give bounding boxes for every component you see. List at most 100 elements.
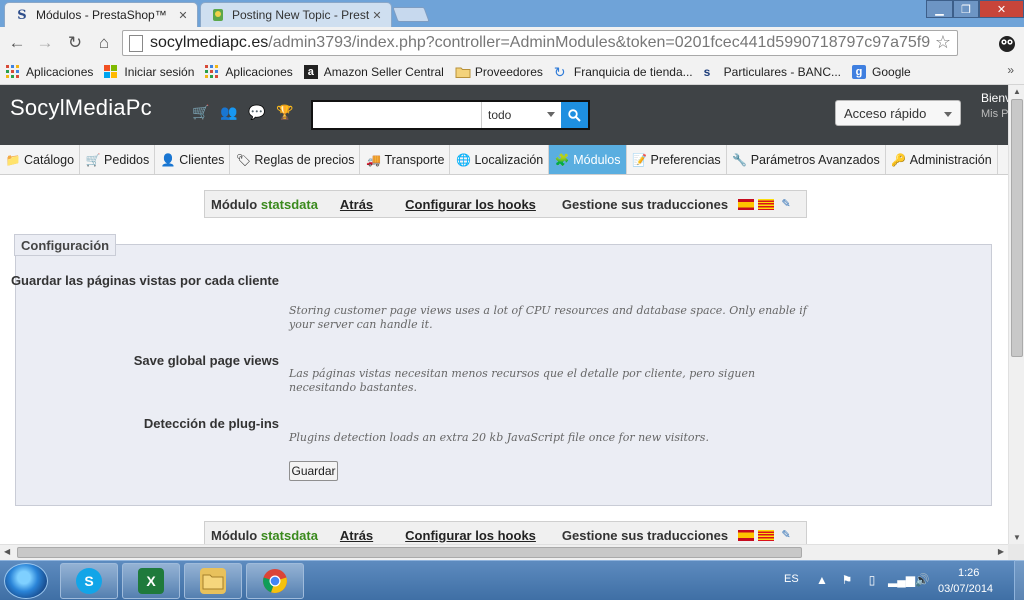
battery-icon[interactable]: ▯ [863, 573, 881, 587]
tab-posting-new-topic[interactable]: Posting New Topic - Prest ✕ [200, 2, 392, 27]
chevron-down-icon [547, 112, 555, 117]
menu-label: Pedidos [104, 152, 150, 167]
home-icon[interactable]: ⌂ [93, 32, 115, 54]
signal-icon[interactable]: ▂▄▆ [888, 573, 915, 587]
taskbar-explorer[interactable] [184, 563, 242, 599]
menu-administracion[interactable]: 🔑 Administración [886, 145, 998, 174]
volume-icon[interactable]: 🔊 [913, 573, 931, 587]
menu-modulos[interactable]: 🧩 Módulos [549, 145, 627, 174]
trophy-icon[interactable]: 🏆 [274, 104, 296, 121]
my-preferences-link[interactable]: Mis Preferencias [981, 108, 1008, 120]
shop-logo[interactable]: SocylMediaPc [10, 95, 152, 121]
show-hidden-icons-icon[interactable]: ▲ [813, 573, 831, 587]
spanish-flag-icon[interactable] [738, 198, 755, 210]
bookmark-google[interactable]: g Google [852, 64, 911, 79]
chevron-down-icon [944, 112, 952, 117]
reload-icon[interactable]: ↻ [64, 32, 86, 54]
quick-access-select[interactable]: Acceso rápido [835, 100, 961, 126]
apps-grid-icon [6, 64, 20, 79]
menu-reglas-de-precios[interactable]: 🏷 Reglas de precios [230, 145, 361, 174]
back-arrow-icon[interactable]: ← [6, 32, 28, 54]
field-help-customer-page-views: Storing customer page views uses a lot o… [289, 304, 807, 331]
back-link[interactable]: Atrás [340, 528, 373, 543]
prestashop-header: SocylMediaPc 🛒 👥 💬 🏆 todo Acceso rápido … [0, 85, 1008, 145]
google-icon: g [852, 64, 867, 79]
scroll-left-arrow-icon[interactable]: ◀ [4, 547, 10, 556]
clock-time[interactable]: 1:26 [958, 567, 979, 579]
scroll-right-arrow-icon[interactable]: ▶ [998, 547, 1004, 556]
bookmarks-more-button[interactable]: » [1007, 63, 1014, 77]
bookmark-aplicaciones-2[interactable]: Aplicaciones [205, 64, 293, 79]
cart-icon[interactable]: 🛒 [190, 104, 212, 121]
tray-icons: ▲ ⚑ ▯ ▂▄▆ 🔊 [813, 573, 938, 587]
customers-icon[interactable]: 👥 [218, 104, 240, 121]
system-tray: ES ▲ ⚑ ▯ ▂▄▆ 🔊 1:26 03/07/2014 [780, 561, 1024, 600]
clock-date[interactable]: 03/07/2014 [938, 583, 993, 595]
tab-close-icon[interactable]: ✕ [371, 9, 383, 22]
owl-extension-icon[interactable] [996, 33, 1018, 53]
search-button[interactable] [561, 102, 588, 128]
bookmark-amazon-seller-central[interactable]: a Amazon Seller Central [303, 64, 444, 79]
menu-preferencias[interactable]: 📝 Preferencias [627, 145, 727, 174]
tab-modulos[interactable]: S Módulos - PrestaShop™ ✕ [4, 2, 198, 27]
new-tab-button[interactable] [392, 7, 430, 22]
globe-icon: 🌐 [455, 152, 471, 167]
language-indicator[interactable]: ES [784, 573, 799, 585]
taskbar-skype[interactable]: S [60, 563, 118, 599]
menu-catalogo[interactable]: 📁 Catálogo [0, 145, 81, 174]
taskbar-chrome[interactable] [246, 563, 304, 599]
bookmark-aplicaciones[interactable]: Aplicaciones [6, 64, 94, 79]
prestashop-favicon-icon: S [17, 7, 27, 23]
messages-icon[interactable]: 💬 [246, 104, 268, 121]
search-scope-select[interactable]: todo [481, 102, 561, 128]
menu-transporte[interactable]: 🚚 Transporte [360, 145, 451, 174]
scroll-up-arrow-icon[interactable]: ▲ [1013, 87, 1021, 96]
horizontal-scroll-thumb[interactable] [17, 547, 802, 558]
windows-taskbar: S X ES ▲ ⚑ ▯ ▂▄▆ 🔊 1:26 03/07/2014 [0, 560, 1024, 600]
vertical-scrollbar[interactable]: ▲ ▼ [1008, 85, 1024, 544]
spanish-flag-icon[interactable] [738, 529, 755, 541]
search-input[interactable] [313, 102, 481, 128]
menu-pedidos[interactable]: 🛒 Pedidos [80, 145, 156, 174]
bookmark-proveedores[interactable]: Proveedores [455, 65, 543, 79]
bookmark-franquicia[interactable]: ↻ Franquicia de tienda... [554, 65, 693, 79]
preferences-icon: 📝 [632, 152, 647, 167]
start-button[interactable] [4, 563, 48, 599]
taskbar-excel[interactable]: X [122, 563, 180, 599]
bookmark-label: Amazon Seller Central [323, 64, 444, 79]
edit-translation-icon[interactable]: ✎ [778, 529, 794, 541]
scroll-down-arrow-icon[interactable]: ▼ [1013, 533, 1021, 542]
catalan-flag-icon[interactable] [758, 198, 775, 210]
menu-clientes[interactable]: 👤 Clientes [155, 145, 231, 174]
address-bar[interactable]: socylmediapc.es/admin3793/index.php?cont… [122, 30, 958, 56]
action-center-icon[interactable]: ⚑ [838, 573, 856, 587]
close-window-button[interactable]: ✕ [979, 0, 1024, 18]
maximize-button[interactable]: ❐ [953, 0, 979, 18]
vertical-scroll-thumb[interactable] [1011, 99, 1023, 357]
manage-translations-label: Gestione sus traducciones [561, 527, 729, 543]
save-button[interactable]: Guardar [289, 461, 338, 481]
horizontal-scrollbar[interactable]: ◀ ▶ [0, 544, 1008, 560]
bookmark-iniciar-sesion[interactable]: Iniciar sesión [104, 64, 194, 79]
menu-localizacion[interactable]: 🌐 Localización [450, 145, 550, 174]
bookmark-label: Aplicaciones [26, 64, 94, 79]
tab-close-icon[interactable]: ✕ [177, 9, 189, 22]
page-icon [129, 34, 143, 52]
edit-translation-icon[interactable]: ✎ [778, 198, 794, 210]
show-desktop-button[interactable] [1014, 560, 1024, 600]
menu-parametros-avanzados[interactable]: 🔧 Parámetros Avanzados [727, 145, 886, 174]
bookmark-particulares[interactable]: s Particulares - BANC... [704, 65, 841, 79]
bookmark-label: Franquicia de tienda... [573, 64, 693, 79]
bookmark-star-icon[interactable]: ☆ [932, 32, 951, 53]
back-link[interactable]: Atrás [340, 197, 373, 212]
search-icon [568, 108, 581, 122]
configure-hooks-link[interactable]: Configurar los hooks [405, 197, 536, 212]
manage-translations-label: Gestione sus traducciones [561, 196, 729, 212]
catalan-flag-icon[interactable] [758, 529, 775, 541]
scrollbar-corner [1008, 544, 1024, 560]
configure-hooks-link[interactable]: Configurar los hooks [405, 528, 536, 543]
excel-icon: X [138, 568, 164, 594]
forward-arrow-icon[interactable]: → [34, 32, 56, 54]
folder-icon: 📁 [5, 152, 21, 167]
minimize-button[interactable]: ▁ [926, 0, 953, 18]
